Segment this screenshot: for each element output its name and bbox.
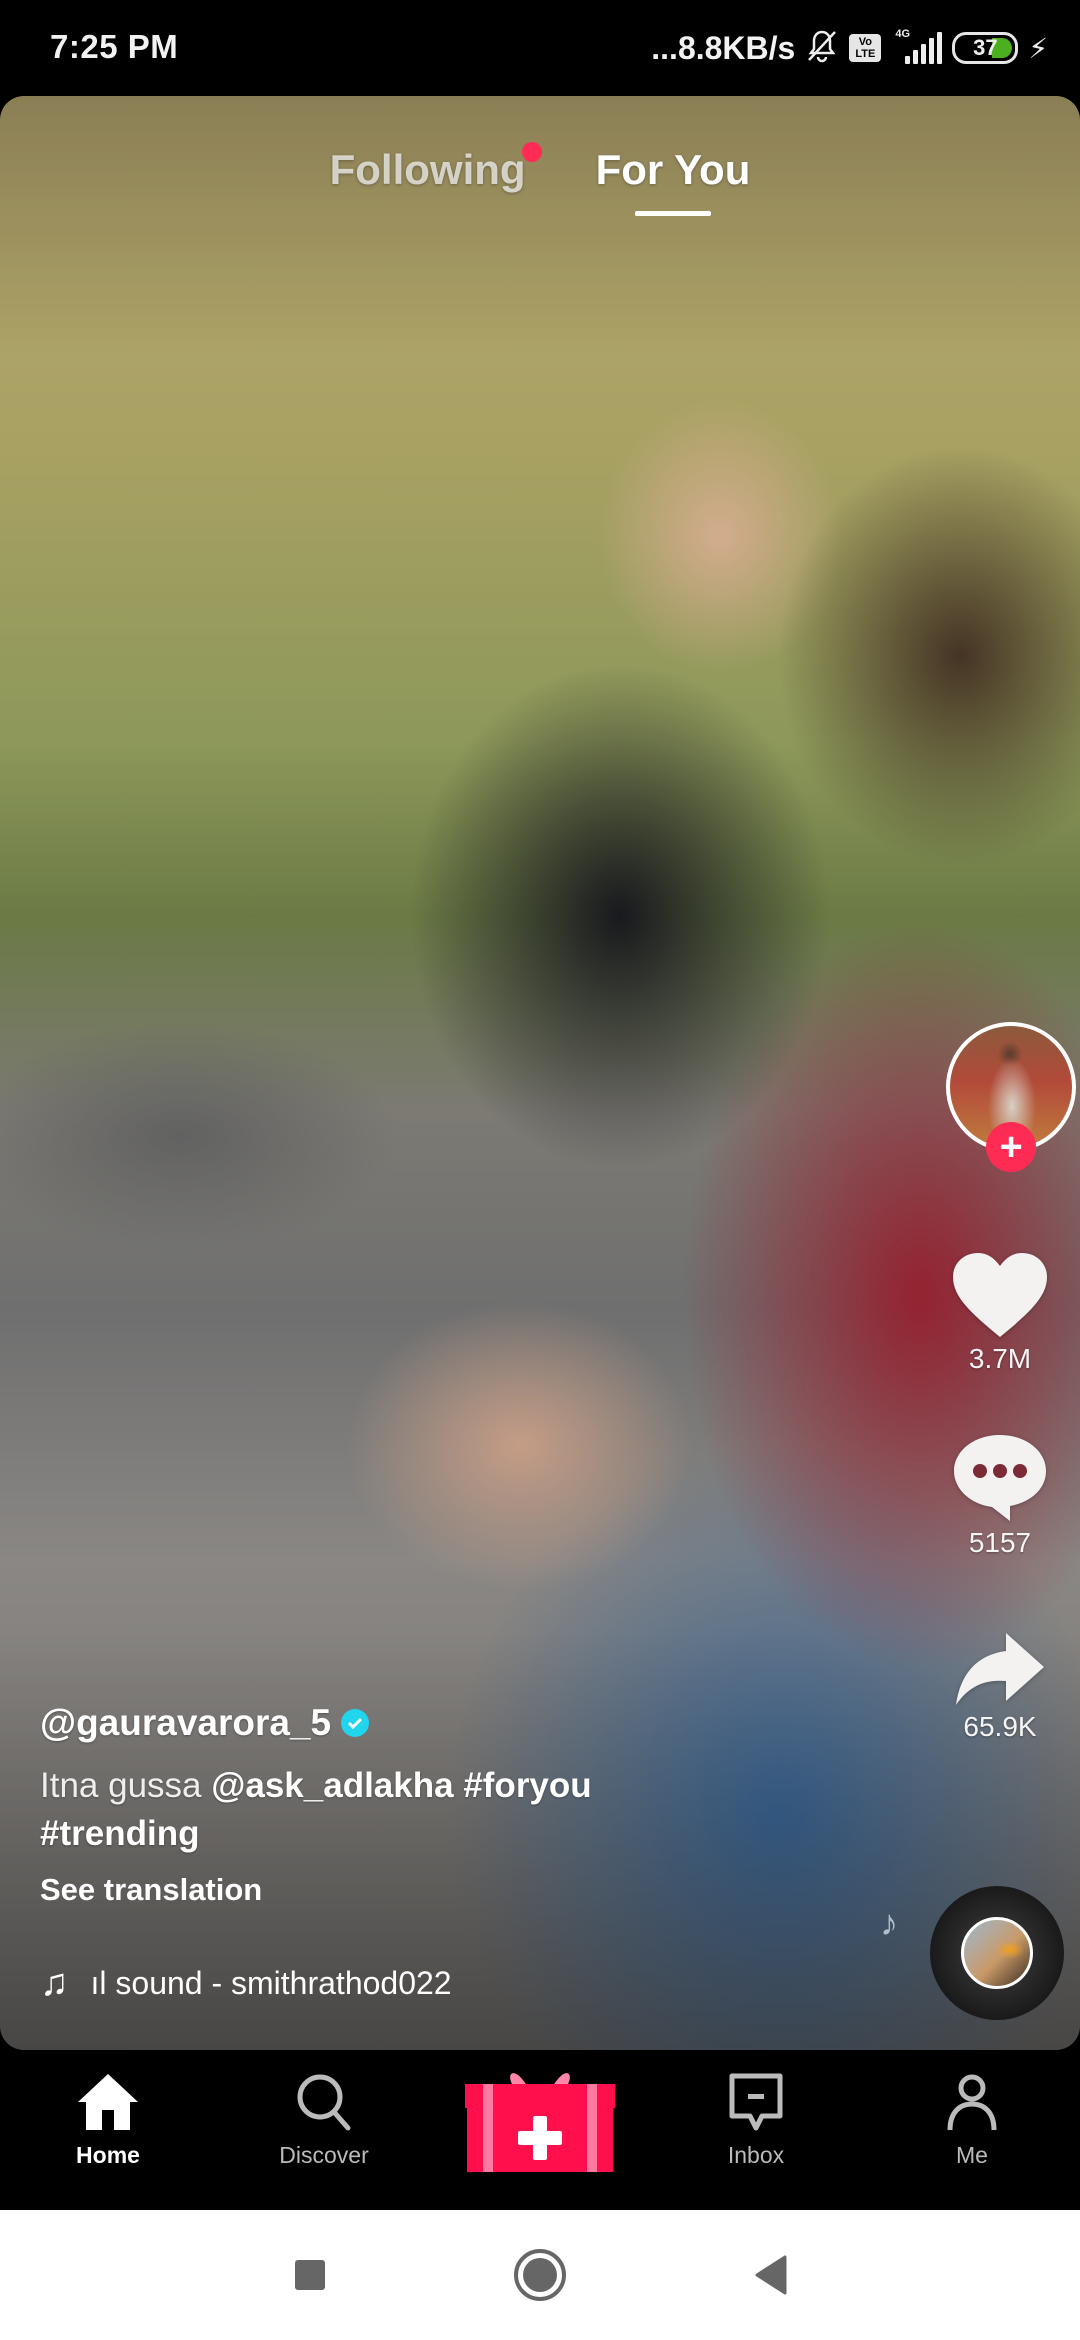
nav-discover[interactable]: Discover — [216, 2050, 432, 2210]
share-arrow-icon — [956, 1633, 1044, 1705]
circle-home-icon — [514, 2249, 566, 2301]
back-button[interactable] — [740, 2245, 800, 2305]
volte-bottom: LTE — [855, 48, 876, 60]
volte-top: Vo — [858, 36, 872, 48]
network-speed: ...8.8KB/s — [651, 29, 796, 66]
music-title: ıl sound - smithrathod022 — [90, 1965, 452, 2001]
caption-text: Itna gussa — [40, 1766, 202, 1805]
signal-bar — [937, 32, 943, 64]
system-navigation-bar — [0, 2210, 1080, 2340]
back-triangle-icon — [755, 2255, 787, 2295]
creator-username[interactable]: @gauravarora_5 — [40, 1702, 331, 1744]
nav-inbox-label: Inbox — [727, 2142, 785, 2168]
nav-create-gift[interactable] — [432, 2050, 648, 2210]
floating-music-note-icon: ♪ — [880, 1902, 898, 1943]
inbox-icon — [729, 2073, 783, 2131]
like-button[interactable]: 3.7M — [920, 1251, 1080, 1375]
home-system-button[interactable] — [510, 2245, 570, 2305]
share-count: 65.9K — [963, 1711, 1037, 1742]
share-button[interactable]: 65.9K — [920, 1631, 1080, 1743]
battery-icon: 37 — [952, 32, 1019, 64]
video-shade-top — [0, 96, 1080, 356]
status-bar: 7:25 PM ...8.8KB/s Vo LTE 4G 37 ⚡ — [0, 0, 1080, 96]
bottom-navigation: Home Discover Inbox Me — [0, 2050, 1080, 2210]
notification-dot — [521, 142, 542, 162]
music-note-icon: ♫ — [40, 1962, 69, 2004]
follow-button[interactable]: + — [986, 1122, 1036, 1172]
feed-tabs: Following For You — [0, 142, 1080, 216]
network-type: 4G — [895, 28, 911, 40]
profile-icon — [947, 2074, 997, 2131]
volte-icon: Vo LTE — [849, 34, 882, 62]
recent-apps-button[interactable] — [280, 2245, 340, 2305]
square-icon — [295, 2260, 325, 2290]
music-info[interactable]: ♫ ıl sound - smithrathod022 — [40, 1962, 452, 2005]
search-icon — [297, 2074, 351, 2131]
comment-button[interactable]: 5157 — [920, 1431, 1080, 1559]
video-player[interactable]: Following For You + 3.7M 5157 65.9K @gau… — [0, 96, 1080, 2050]
signal-bar — [921, 44, 927, 64]
creator-username-row: @gauravarora_5 — [40, 1702, 740, 1744]
home-icon — [78, 2074, 138, 2130]
action-rail: + 3.7M 5157 65.9K — [920, 96, 1080, 2050]
nav-home-label: Home — [76, 2142, 140, 2168]
post-caption: @gauravarora_5 Itna gussa @ask_adlakha #… — [40, 1702, 740, 1908]
music-disc-artwork — [961, 1917, 1033, 1989]
signal-icon: 4G — [891, 28, 943, 64]
mention-link[interactable]: @ask_adlakha — [211, 1766, 453, 1805]
nav-inbox[interactable]: Inbox — [648, 2050, 864, 2210]
battery-percent: 37 — [973, 35, 998, 60]
nav-me[interactable]: Me — [864, 2050, 1080, 2210]
like-count: 3.7M — [968, 1343, 1032, 1374]
nav-me-label: Me — [956, 2142, 988, 2168]
post-description: Itna gussa @ask_adlakha #foryou #trendin… — [40, 1762, 740, 1858]
hashtag-link[interactable]: #trending — [40, 1814, 199, 1853]
active-tab-indicator — [634, 211, 711, 216]
see-translation-button[interactable]: See translation — [40, 1872, 740, 1908]
comment-icon — [954, 1435, 1046, 1521]
verified-badge-icon — [341, 1709, 370, 1737]
comment-count: 5157 — [968, 1527, 1032, 1558]
status-time: 7:25 PM — [50, 28, 179, 65]
tab-for-you-label: For You — [595, 146, 751, 193]
music-disc[interactable] — [930, 1886, 1064, 2020]
nav-discover-label: Discover — [279, 2142, 369, 2168]
nav-home[interactable]: Home — [0, 2050, 216, 2210]
heart-icon — [953, 1253, 1047, 1337]
status-icons: ...8.8KB/s Vo LTE 4G 37 ⚡ — [651, 26, 1048, 70]
signal-bar — [929, 38, 935, 64]
gift-create-icon — [465, 2073, 615, 2172]
signal-bar — [913, 50, 919, 64]
creator-avatar-group: + — [946, 1022, 1076, 1172]
mute-bell-icon — [805, 28, 839, 69]
tab-following-label: Following — [329, 146, 526, 193]
charging-bolt-icon: ⚡ — [1028, 32, 1048, 64]
tab-following[interactable]: Following — [329, 142, 542, 194]
tab-for-you[interactable]: For You — [595, 146, 751, 216]
hashtag-link[interactable]: #foryou — [463, 1766, 591, 1805]
signal-bar — [905, 56, 911, 64]
